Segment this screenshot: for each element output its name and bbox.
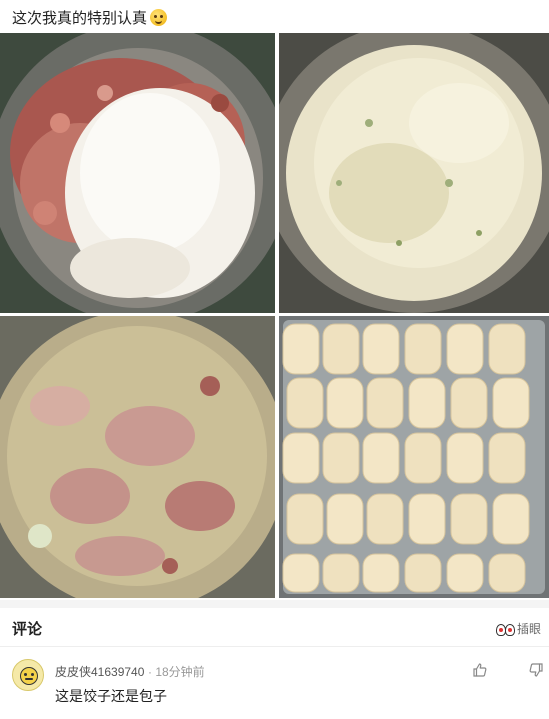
photo-grid (0, 33, 549, 598)
photo-mixed-filling[interactable] (0, 316, 275, 598)
comments-title: 评论 (12, 621, 43, 638)
insert-eye-button[interactable]: 插眼 (495, 620, 541, 637)
thumbs-down-icon[interactable] (528, 662, 544, 678)
post-title-text: 这次我真的特别认真 (12, 9, 148, 27)
thumbs-up-icon[interactable] (472, 662, 488, 678)
photo-meat-and-cabbage[interactable] (0, 33, 275, 313)
photo-chopped-cabbage[interactable] (279, 33, 549, 313)
comments-header: 评论 插眼 (0, 612, 549, 646)
avatar[interactable] (12, 659, 44, 691)
comment-author[interactable]: 皮皮侠41639740 (55, 663, 144, 680)
photo-dumplings-tray[interactable] (279, 316, 549, 598)
eyes-icon (495, 623, 515, 636)
post-title: 这次我真的特别认真 (12, 6, 168, 28)
insert-eye-label: 插眼 (516, 622, 541, 636)
comments-separator (0, 646, 549, 647)
comment-item: 皮皮侠41639740 · 18分钟前 这是饺子还是包子 (0, 655, 549, 719)
section-divider (0, 600, 549, 608)
comment-text: 这是饺子还是包子 (55, 688, 167, 704)
thinking-face-emoji-icon (150, 8, 168, 26)
comment-time: · 18分钟前 (148, 665, 205, 679)
